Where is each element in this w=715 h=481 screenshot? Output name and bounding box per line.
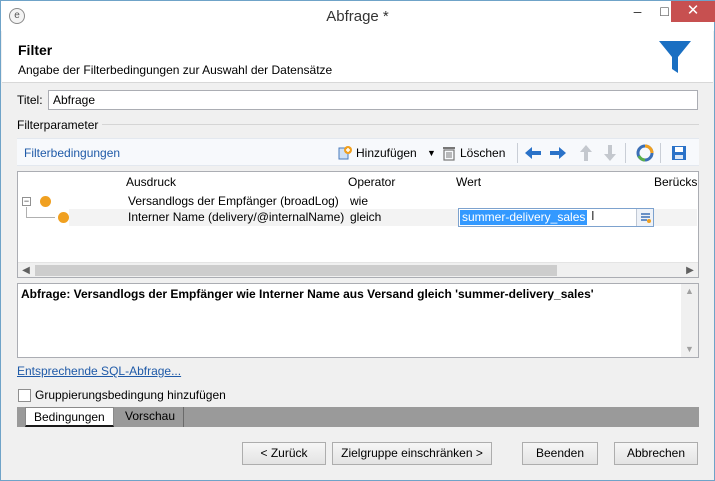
add-button[interactable]: Hinzufügen ▼ xyxy=(337,143,437,163)
condition-expression[interactable]: Interner Name (delivery/@internalName) xyxy=(128,210,344,224)
save-icon[interactable] xyxy=(671,145,687,161)
chevron-down-icon: ▼ xyxy=(427,148,436,158)
restrict-target-button[interactable]: Zielgruppe einschränken > xyxy=(332,442,492,465)
finish-button-label: Beenden xyxy=(535,446,585,460)
tree-connector xyxy=(26,217,55,218)
distribution-icon[interactable] xyxy=(636,144,654,162)
conditions-toolbar: Filterbedingungen Hinzufügen ▼ Löschen xyxy=(17,138,699,166)
value-input[interactable]: summer-delivery_sales I xyxy=(458,208,654,227)
funnel-icon xyxy=(659,41,691,73)
scroll-right-icon[interactable]: ▶ xyxy=(682,263,698,277)
column-header-value[interactable]: Wert xyxy=(456,175,481,189)
title-bar: e Abfrage * – □ ✕ xyxy=(1,1,715,31)
arrow-right-icon[interactable] xyxy=(549,145,567,161)
scroll-down-icon[interactable]: ▼ xyxy=(681,342,698,357)
title-label: Titel: xyxy=(17,93,43,107)
tab-conditions[interactable]: Bedingungen xyxy=(25,407,114,427)
column-header-expression[interactable]: Ausdruck xyxy=(126,175,176,189)
list-picker-icon xyxy=(641,213,651,223)
toolbar-title: Filterbedingungen xyxy=(24,146,121,160)
arrow-up-icon[interactable] xyxy=(578,144,594,162)
column-header-consider[interactable]: Berücks xyxy=(654,175,697,189)
horizontal-scrollbar[interactable]: ◀ ▶ xyxy=(18,262,698,277)
window-title: Abfrage * xyxy=(326,8,389,25)
scroll-up-icon[interactable]: ▲ xyxy=(681,284,698,299)
summary-text: Abfrage: Versandlogs der Empfänger wie I… xyxy=(21,287,594,301)
condition-node-icon xyxy=(58,212,69,223)
toolbar-separator xyxy=(660,143,661,163)
page-header: Filter Angabe der Filterbedingungen zur … xyxy=(2,31,713,83)
finish-button[interactable]: Beenden xyxy=(522,442,598,465)
page-title: Filter xyxy=(18,42,53,58)
close-button[interactable]: ✕ xyxy=(671,1,715,22)
trash-icon xyxy=(443,147,455,161)
conditions-grid[interactable]: Ausdruck Operator Wert Berücks − Versand… xyxy=(17,171,699,278)
scroll-left-icon[interactable]: ◀ xyxy=(18,263,34,277)
sql-query-link[interactable]: Entsprechende SQL-Abfrage... xyxy=(17,364,181,378)
add-label: Hinzufügen xyxy=(356,146,417,160)
title-input[interactable]: Abfrage xyxy=(48,90,698,110)
toolbar-separator xyxy=(625,143,626,163)
condition-expression[interactable]: Versandlogs der Empfänger (broadLog) xyxy=(128,194,339,208)
collapse-toggle-icon[interactable]: − xyxy=(22,197,31,206)
scrollbar-thumb[interactable] xyxy=(35,265,557,276)
page-subtitle: Angabe der Filterbedingungen zur Auswahl… xyxy=(18,63,333,77)
restrict-target-label: Zielgruppe einschränken > xyxy=(341,446,483,460)
vertical-scrollbar[interactable]: ▲ ▼ xyxy=(681,284,698,357)
add-icon xyxy=(338,146,352,160)
back-button[interactable]: < Zurück xyxy=(242,442,326,465)
condition-operator[interactable]: wie xyxy=(350,194,368,208)
column-header-operator[interactable]: Operator xyxy=(348,175,395,189)
cancel-button-label: Abbrechen xyxy=(626,446,686,460)
value-picker-button[interactable] xyxy=(636,209,653,226)
dialog-window: e Abfrage * – □ ✕ Filter Angabe der Filt… xyxy=(0,0,715,481)
toolbar-separator xyxy=(517,143,518,163)
cancel-button[interactable]: Abbrechen xyxy=(614,442,698,465)
text-cursor-icon: I xyxy=(591,208,595,223)
delete-label: Löschen xyxy=(460,146,506,160)
value-selected-text: summer-delivery_sales xyxy=(460,210,588,225)
filter-params-label: Filterparameter xyxy=(17,118,99,132)
delete-button[interactable]: Löschen xyxy=(442,143,512,163)
fieldset-divider xyxy=(102,124,699,125)
minimize-button[interactable]: – xyxy=(624,1,651,22)
back-button-label: < Zurück xyxy=(260,446,308,460)
arrow-down-icon[interactable] xyxy=(602,144,618,162)
group-condition-label[interactable]: Gruppierungsbedingung hinzufügen xyxy=(35,388,226,402)
tab-preview[interactable]: Vorschau xyxy=(117,407,185,427)
query-summary: Abfrage: Versandlogs der Empfänger wie I… xyxy=(17,283,699,358)
arrow-left-icon[interactable] xyxy=(524,145,542,161)
condition-node-icon xyxy=(40,196,51,207)
condition-operator[interactable]: gleich xyxy=(350,210,381,224)
group-condition-checkbox[interactable] xyxy=(18,389,31,402)
tab-bar: Bedingungen Vorschau xyxy=(17,407,699,427)
